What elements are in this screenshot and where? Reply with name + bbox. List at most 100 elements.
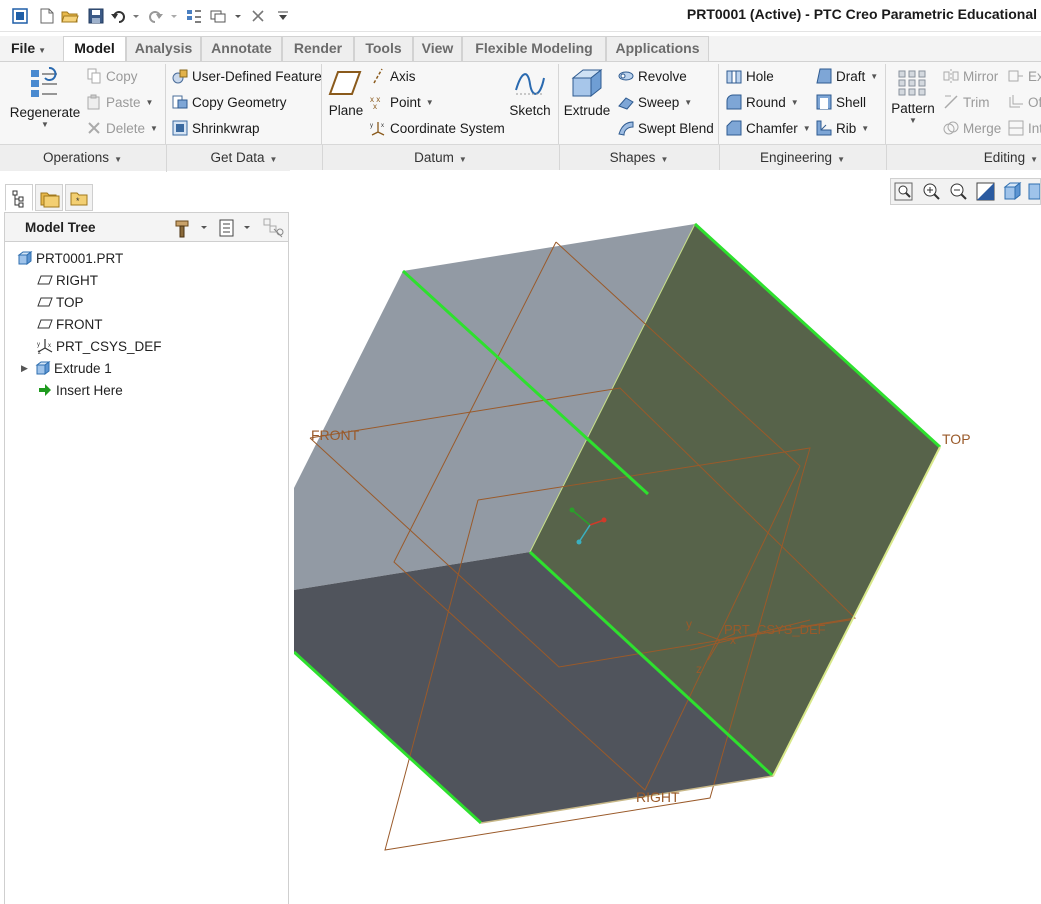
operations-group-label[interactable]: Operations ▼ (0, 145, 165, 172)
datum-plane-icon (37, 294, 53, 310)
tree-filter-button[interactable] (262, 217, 286, 239)
csys-axis-y-label: y (686, 617, 692, 631)
trim-icon (943, 94, 959, 110)
offset-button[interactable]: Of (1008, 94, 1041, 110)
shrinkwrap-icon (172, 120, 188, 136)
regenerate-icon[interactable] (184, 7, 204, 25)
tree-item-insert-here[interactable]: Insert Here (37, 380, 123, 400)
filter-icon (263, 218, 284, 238)
extend-button[interactable]: Ex (1008, 68, 1041, 84)
editing-group-label[interactable]: Editing ▼ (886, 145, 1041, 172)
revolve-button[interactable]: Revolve (618, 68, 687, 84)
plane-button[interactable]: Plane (326, 68, 366, 118)
merge-button[interactable]: Merge (943, 120, 1001, 136)
tab-model-tree[interactable] (5, 184, 33, 211)
list-icon (219, 219, 250, 237)
tab-annotate[interactable]: Annotate (201, 36, 282, 61)
tree-show-button[interactable] (218, 218, 254, 238)
mirror-button[interactable]: Mirror (943, 68, 998, 84)
ribbon: Regenerate ▼ Copy Paste ▼ Delete ▼ User-De… (0, 61, 1041, 172)
copy-icon (86, 68, 102, 84)
coordinate-system-button[interactable]: yx Coordinate System (370, 120, 505, 136)
sketch-button[interactable]: Sketch (508, 68, 552, 118)
tab-applications[interactable]: Applications (606, 36, 709, 61)
ribbon-tabs: File ▼ Model Analysis Annotate Render Too… (0, 36, 1041, 62)
copy-button[interactable]: Copy (86, 68, 138, 84)
new-icon[interactable] (38, 7, 56, 25)
chamfer-button[interactable]: Chamfer ▼ (726, 120, 811, 136)
tab-folder-browser[interactable] (35, 184, 63, 211)
right-plane-label[interactable]: RIGHT (636, 789, 680, 805)
open-icon[interactable] (60, 7, 80, 25)
shapes-group-label[interactable]: Shapes ▼ (559, 145, 718, 172)
app-icon[interactable] (10, 7, 30, 25)
regenerate-icon (31, 67, 57, 97)
sweep-button[interactable]: Sweep ▼ (618, 94, 692, 110)
customize-icon[interactable] (276, 7, 290, 25)
undo-icon[interactable] (110, 7, 140, 25)
save-icon[interactable] (86, 7, 106, 25)
csys-icon: yx (370, 120, 386, 136)
tree-item-csys[interactable]: yxz PRT_CSYS_DEF (37, 336, 162, 357)
ribbon-group-bar: Operations ▼ Get Data ▼ Datum ▼ Shapes ▼ Eng… (0, 144, 1041, 172)
close-icon[interactable] (250, 7, 266, 25)
regenerate-button[interactable]: Regenerate ▼ (8, 66, 82, 129)
extrude-button[interactable]: Extrude (562, 66, 612, 118)
tree-item-part[interactable]: PRT0001.PRT (17, 248, 123, 268)
rib-icon (816, 120, 832, 136)
datum-group-label[interactable]: Datum ▼ (322, 145, 558, 172)
svg-text:z: z (38, 350, 41, 354)
svg-text:y: y (37, 342, 40, 348)
pattern-button[interactable]: Pattern ▼ (890, 68, 936, 125)
tab-render[interactable]: Render (282, 36, 354, 61)
delete-button[interactable]: Delete ▼ (86, 120, 158, 136)
tab-analysis[interactable]: Analysis (126, 36, 201, 61)
windows-icon[interactable] (208, 7, 244, 25)
copy-geometry-button[interactable]: Copy Geometry (172, 94, 287, 110)
csys-label[interactable]: PRT_CSYS_DEF (724, 622, 826, 637)
point-button[interactable]: x xx Point ▼ (370, 94, 434, 112)
axis-button[interactable]: Axis (370, 68, 416, 84)
draft-icon (816, 68, 832, 84)
tree-item-right[interactable]: RIGHT (37, 270, 98, 290)
engineering-group-label[interactable]: Engineering ▼ (719, 145, 885, 172)
tree-item-front[interactable]: FRONT (37, 314, 103, 334)
tab-view[interactable]: View (413, 36, 462, 61)
sweep-icon (618, 94, 634, 110)
intersect-icon (1008, 120, 1024, 136)
tab-model[interactable]: Model (63, 36, 126, 62)
shell-button[interactable]: Shell (816, 94, 866, 110)
graphics-window[interactable]: y x z FRONT TOP RIGHT PRT_CSYS_DEF (290, 170, 1041, 904)
shrinkwrap-button[interactable]: Shrinkwrap (172, 120, 260, 136)
expand-arrow-icon[interactable]: ▶ (21, 363, 35, 374)
datum-plane-icon (37, 316, 53, 332)
hole-button[interactable]: Hole (726, 68, 774, 84)
tree-settings-button[interactable] (175, 218, 211, 238)
tab-favorites[interactable]: * (65, 184, 93, 211)
draft-button[interactable]: Draft ▼ (816, 68, 878, 84)
tab-tools[interactable]: Tools (354, 36, 413, 61)
udf-icon (172, 68, 188, 84)
tab-flexible-modeling[interactable]: Flexible Modeling (462, 36, 606, 61)
trim-button[interactable]: Trim (943, 94, 990, 110)
top-plane-label[interactable]: TOP (942, 431, 971, 447)
swept-blend-icon (618, 120, 634, 136)
sketch-icon (515, 73, 545, 95)
redo-icon[interactable] (146, 7, 178, 25)
model-tree-title: Model Tree (25, 220, 96, 235)
tab-file[interactable]: File ▼ (4, 36, 56, 61)
rib-button[interactable]: Rib ▼ (816, 120, 869, 136)
model-viewport[interactable]: y x z FRONT TOP RIGHT PRT_CSYS_DEF (290, 170, 1041, 904)
round-button[interactable]: Round ▼ (726, 94, 799, 110)
front-plane-label[interactable]: FRONT (311, 427, 360, 443)
get-data-group-label[interactable]: Get Data ▼ (166, 145, 321, 172)
shell-icon (816, 94, 832, 110)
intersect-button[interactable]: Int (1008, 120, 1041, 136)
paste-button[interactable]: Paste ▼ (86, 94, 153, 110)
tree-item-extrude[interactable]: ▶ Extrude 1 (21, 358, 112, 378)
tree-item-top[interactable]: TOP (37, 292, 84, 312)
revolve-icon (618, 68, 634, 84)
user-defined-feature-button[interactable]: User-Defined Feature (172, 68, 322, 84)
swept-blend-button[interactable]: Swept Blend (618, 120, 714, 136)
model-tree-header: Model Tree (4, 212, 289, 242)
